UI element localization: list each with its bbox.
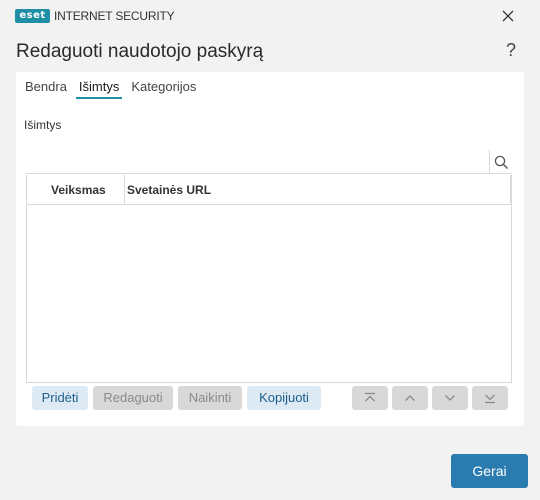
move-up-button[interactable] [392, 386, 428, 410]
help-button[interactable]: ? [502, 40, 520, 61]
section-label: Išimtys [24, 118, 62, 132]
tab-exceptions[interactable]: Išimtys [75, 77, 123, 99]
table-header: Veiksmas Svetainės URL [27, 175, 511, 205]
column-header-action[interactable]: Veiksmas [27, 175, 125, 204]
chevron-up-icon [405, 395, 415, 401]
title-bar: eset INTERNET SECURITY [0, 0, 540, 32]
search-input[interactable] [26, 150, 488, 174]
move-bottom-button[interactable] [472, 386, 508, 410]
table-toolbar: Pridėti Redaguoti Naikinti Kopijuoti [22, 386, 512, 410]
close-icon [502, 10, 514, 22]
copy-button[interactable]: Kopijuoti [247, 386, 321, 410]
chevron-down-icon [445, 395, 455, 401]
dialog-title: Redaguoti naudotojo paskyrą [16, 41, 264, 62]
move-top-icon [365, 392, 375, 402]
search-icon [494, 155, 508, 169]
edit-button[interactable]: Redaguoti [93, 386, 173, 410]
remove-button[interactable]: Naikinti [178, 386, 242, 410]
table-body: Veiksmas Svetainės URL [26, 175, 512, 383]
exceptions-table: Veiksmas Svetainės URL [26, 148, 513, 412]
app-name: INTERNET SECURITY [54, 9, 175, 23]
tab-categories[interactable]: Kategorijos [128, 77, 199, 99]
search-bar [26, 150, 512, 174]
ok-button[interactable]: Gerai [451, 454, 528, 488]
tab-bar: Bendra Išimtys Kategorijos [22, 77, 205, 101]
add-button[interactable]: Pridėti [32, 386, 88, 410]
tab-general[interactable]: Bendra [22, 77, 70, 99]
close-button[interactable] [494, 4, 522, 28]
move-down-button[interactable] [432, 386, 468, 410]
eset-logo: eset [15, 9, 50, 23]
move-top-button[interactable] [352, 386, 388, 410]
settings-panel: Bendra Išimtys Kategorijos Išimtys Veiks… [16, 72, 524, 426]
search-button[interactable] [489, 150, 513, 174]
move-bottom-icon [485, 394, 495, 404]
column-header-url[interactable]: Svetainės URL [125, 175, 511, 204]
